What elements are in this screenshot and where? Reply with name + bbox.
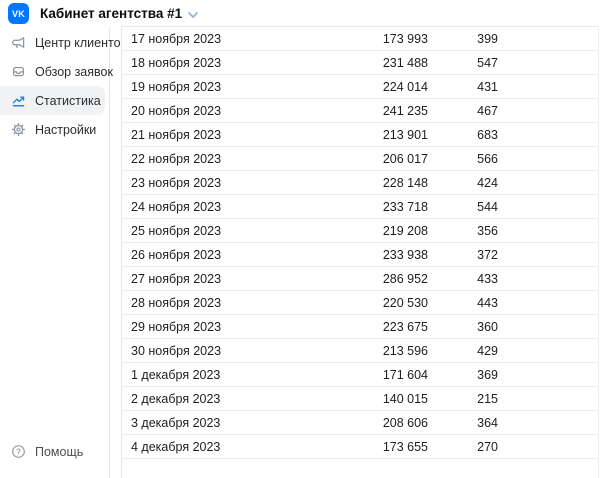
value-cell-2: 467 — [428, 104, 498, 118]
date-cell: 24 ноября 2023 — [131, 200, 321, 214]
table-row: 21 ноября 2023 213 901 683 — [122, 123, 598, 147]
date-cell: 23 ноября 2023 — [131, 176, 321, 190]
trend-up-icon — [11, 93, 26, 108]
value-cell-1: 233 718 — [321, 200, 428, 214]
table-row: 3 декабря 2023 208 606 364 — [122, 411, 598, 435]
table-row: 18 ноября 2023 231 488 547 — [122, 51, 598, 75]
value-cell-2: 433 — [428, 272, 498, 286]
value-cell-2: 399 — [428, 32, 498, 46]
value-cell-2: 424 — [428, 176, 498, 190]
chevron-down-icon — [188, 12, 198, 18]
date-cell: 18 ноября 2023 — [131, 56, 321, 70]
table-row: 23 ноября 2023 228 148 424 — [122, 171, 598, 195]
value-cell-2: 372 — [428, 248, 498, 262]
sidebar-item-label: Статистика — [35, 94, 101, 108]
value-cell-2: 566 — [428, 152, 498, 166]
value-cell-1: 206 017 — [321, 152, 428, 166]
date-cell: 20 ноября 2023 — [131, 104, 321, 118]
table-row: 19 ноября 2023 224 014 431 — [122, 75, 598, 99]
date-cell: 1 декабря 2023 — [131, 368, 321, 382]
date-cell: 2 декабря 2023 — [131, 392, 321, 406]
value-cell-2: 356 — [428, 224, 498, 238]
value-cell-1: 241 235 — [321, 104, 428, 118]
date-cell: 27 ноября 2023 — [131, 272, 321, 286]
table-row: 26 ноября 2023 233 938 372 — [122, 243, 598, 267]
value-cell-2: 683 — [428, 128, 498, 142]
sidebar-item-statistics[interactable]: Статистика — [0, 86, 105, 115]
inbox-icon — [11, 64, 26, 79]
table-row: 25 ноября 2023 219 208 356 — [122, 219, 598, 243]
megaphone-icon — [11, 35, 26, 50]
svg-text:?: ? — [16, 448, 21, 457]
sidebar-item-label: Настройки — [35, 123, 96, 137]
value-cell-1: 140 015 — [321, 392, 428, 406]
sidebar-nav: Центр клиентов Обзор заявок Статистика Н… — [0, 27, 109, 144]
gear-icon — [11, 122, 26, 137]
table-row: 1 декабря 2023 171 604 369 — [122, 363, 598, 387]
value-cell-2: 369 — [428, 368, 498, 382]
table-body: 17 ноября 2023 173 993 399 18 ноября 202… — [122, 27, 598, 459]
value-cell-2: 544 — [428, 200, 498, 214]
value-cell-1: 231 488 — [321, 56, 428, 70]
sidebar-item-help[interactable]: ? Помощь — [0, 437, 105, 466]
vk-logo[interactable]: VK — [8, 3, 29, 24]
value-cell-2: 443 — [428, 296, 498, 310]
date-cell: 3 декабря 2023 — [131, 416, 321, 430]
value-cell-1: 208 606 — [321, 416, 428, 430]
date-cell: 4 декабря 2023 — [131, 440, 321, 454]
table-row: 22 ноября 2023 206 017 566 — [122, 147, 598, 171]
sidebar-item-label: Центр клиентов — [35, 36, 127, 50]
value-cell-2: 215 — [428, 392, 498, 406]
value-cell-2: 429 — [428, 344, 498, 358]
value-cell-2: 364 — [428, 416, 498, 430]
cabinet-switcher[interactable]: Кабинет агентства #1 — [40, 6, 198, 21]
table-row: 24 ноября 2023 233 718 544 — [122, 195, 598, 219]
table-row: 29 ноября 2023 223 675 360 — [122, 315, 598, 339]
table-row: 17 ноября 2023 173 993 399 — [122, 27, 598, 51]
value-cell-1: 171 604 — [321, 368, 428, 382]
value-cell-1: 173 655 — [321, 440, 428, 454]
value-cell-2: 431 — [428, 80, 498, 94]
value-cell-2: 547 — [428, 56, 498, 70]
date-cell: 26 ноября 2023 — [131, 248, 321, 262]
statistics-table: 17 ноября 2023 173 993 399 18 ноября 202… — [121, 26, 599, 478]
date-cell: 29 ноября 2023 — [131, 320, 321, 334]
table-row: 28 ноября 2023 220 530 443 — [122, 291, 598, 315]
app-header: VK Кабинет агентства #1 — [0, 0, 600, 27]
date-cell: 25 ноября 2023 — [131, 224, 321, 238]
value-cell-1: 224 014 — [321, 80, 428, 94]
sidebar-item-label: Обзор заявок — [35, 65, 113, 79]
date-cell: 22 ноября 2023 — [131, 152, 321, 166]
table-row: 30 ноября 2023 213 596 429 — [122, 339, 598, 363]
sidebar-item-label: Помощь — [35, 445, 83, 459]
date-cell: 21 ноября 2023 — [131, 128, 321, 142]
date-cell: 17 ноября 2023 — [131, 32, 321, 46]
sidebar: Центр клиентов Обзор заявок Статистика Н… — [0, 27, 110, 478]
value-cell-1: 233 938 — [321, 248, 428, 262]
value-cell-1: 213 901 — [321, 128, 428, 142]
date-cell: 28 ноября 2023 — [131, 296, 321, 310]
table-row: 20 ноября 2023 241 235 467 — [122, 99, 598, 123]
value-cell-1: 228 148 — [321, 176, 428, 190]
value-cell-2: 270 — [428, 440, 498, 454]
value-cell-1: 223 675 — [321, 320, 428, 334]
value-cell-1: 219 208 — [321, 224, 428, 238]
value-cell-1: 220 530 — [321, 296, 428, 310]
value-cell-2: 360 — [428, 320, 498, 334]
table-row: 4 декабря 2023 173 655 270 — [122, 435, 598, 459]
value-cell-1: 213 596 — [321, 344, 428, 358]
value-cell-1: 286 952 — [321, 272, 428, 286]
table-row: 2 декабря 2023 140 015 215 — [122, 387, 598, 411]
question-icon: ? — [11, 444, 26, 459]
table-row: 27 ноября 2023 286 952 433 — [122, 267, 598, 291]
date-cell: 30 ноября 2023 — [131, 344, 321, 358]
date-cell: 19 ноября 2023 — [131, 80, 321, 94]
sidebar-item-clients-center[interactable]: Центр клиентов — [0, 28, 105, 57]
cabinet-title: Кабинет агентства #1 — [40, 6, 182, 21]
sidebar-item-settings[interactable]: Настройки — [0, 115, 105, 144]
sidebar-item-requests-overview[interactable]: Обзор заявок — [0, 57, 105, 86]
value-cell-1: 173 993 — [321, 32, 428, 46]
